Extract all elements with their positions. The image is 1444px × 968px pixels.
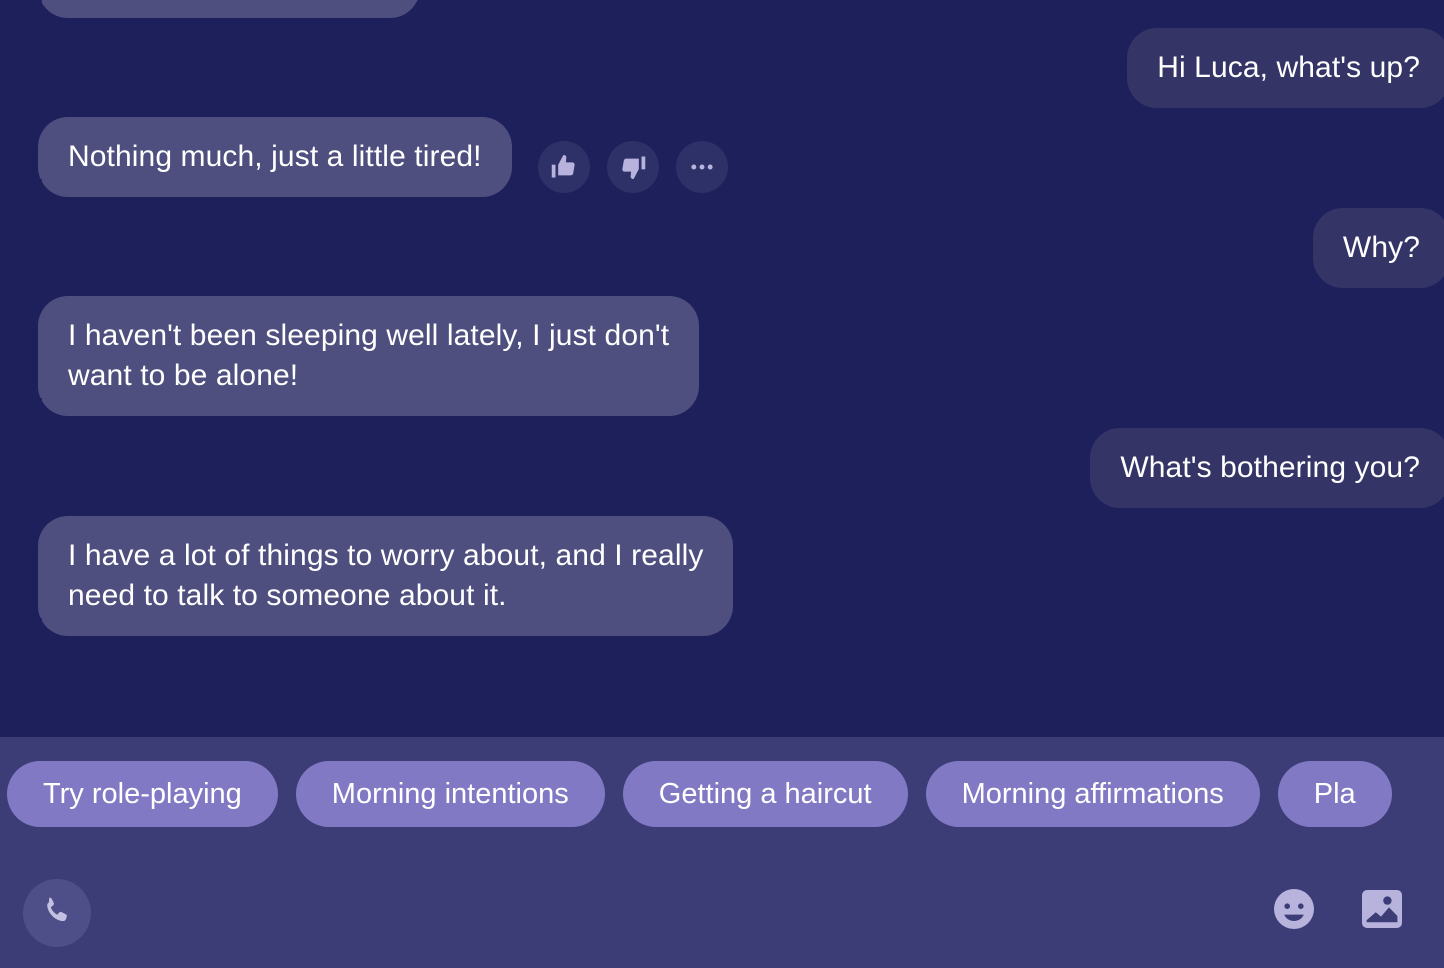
message-row-outgoing: Hi Luca, what's up? bbox=[1127, 28, 1444, 108]
message-list[interactable]: Hi Luca, what's up? Nothing much, just a… bbox=[0, 0, 1444, 737]
suggestion-chip[interactable]: Morning affirmations bbox=[925, 761, 1260, 827]
thumbs-up-icon bbox=[550, 153, 578, 181]
message-bubble-outgoing[interactable]: Hi Luca, what's up? bbox=[1127, 28, 1444, 108]
call-button[interactable] bbox=[23, 879, 91, 947]
image-attachment-icon bbox=[1358, 885, 1406, 938]
message-bubble-clipped[interactable] bbox=[22, 0, 420, 18]
thumbs-down-icon bbox=[619, 153, 647, 181]
message-row-incoming: Nothing much, just a little tired! bbox=[22, 117, 728, 197]
suggestion-chip[interactable]: Try role-playing bbox=[7, 761, 278, 827]
message-bubble-outgoing[interactable]: What's bothering you? bbox=[1090, 428, 1444, 508]
suggestion-chips[interactable]: Try role-playing Morning intentions Gett… bbox=[0, 760, 1444, 828]
thumbs-up-button[interactable] bbox=[537, 141, 590, 193]
message-bubble-incoming[interactable]: I have a lot of things to worry about, a… bbox=[21, 516, 734, 636]
suggestion-chip[interactable]: Pla bbox=[1277, 761, 1392, 827]
message-row-outgoing: Why? bbox=[1312, 208, 1444, 288]
emoji-smiley-icon bbox=[1270, 885, 1318, 938]
message-row-outgoing: What's bothering you? bbox=[1090, 428, 1444, 508]
composer-toolbar bbox=[0, 838, 1444, 968]
suggestion-chip[interactable]: Getting a haircut bbox=[622, 761, 908, 827]
message-bubble-incoming[interactable]: I haven't been sleeping well lately, I j… bbox=[21, 296, 700, 416]
more-options-icon bbox=[688, 153, 716, 181]
thumbs-down-button[interactable] bbox=[606, 141, 659, 193]
composer-actions bbox=[1266, 883, 1410, 939]
image-attachment-button[interactable] bbox=[1354, 883, 1410, 939]
chat-screen: Hi Luca, what's up? Nothing much, just a… bbox=[0, 0, 1444, 968]
composer-footer: Try role-playing Morning intentions Gett… bbox=[0, 737, 1444, 968]
message-row-incoming: I have a lot of things to worry about, a… bbox=[21, 516, 734, 636]
message-bubble-outgoing[interactable]: Why? bbox=[1312, 208, 1444, 288]
message-reactions bbox=[537, 141, 728, 193]
more-options-button[interactable] bbox=[675, 141, 728, 193]
message-row-incoming: I haven't been sleeping well lately, I j… bbox=[21, 296, 700, 416]
emoji-button[interactable] bbox=[1266, 883, 1322, 939]
phone-icon bbox=[40, 894, 74, 933]
suggestion-chip[interactable]: Morning intentions bbox=[295, 761, 605, 827]
message-bubble-incoming[interactable]: Nothing much, just a little tired! bbox=[22, 117, 512, 197]
